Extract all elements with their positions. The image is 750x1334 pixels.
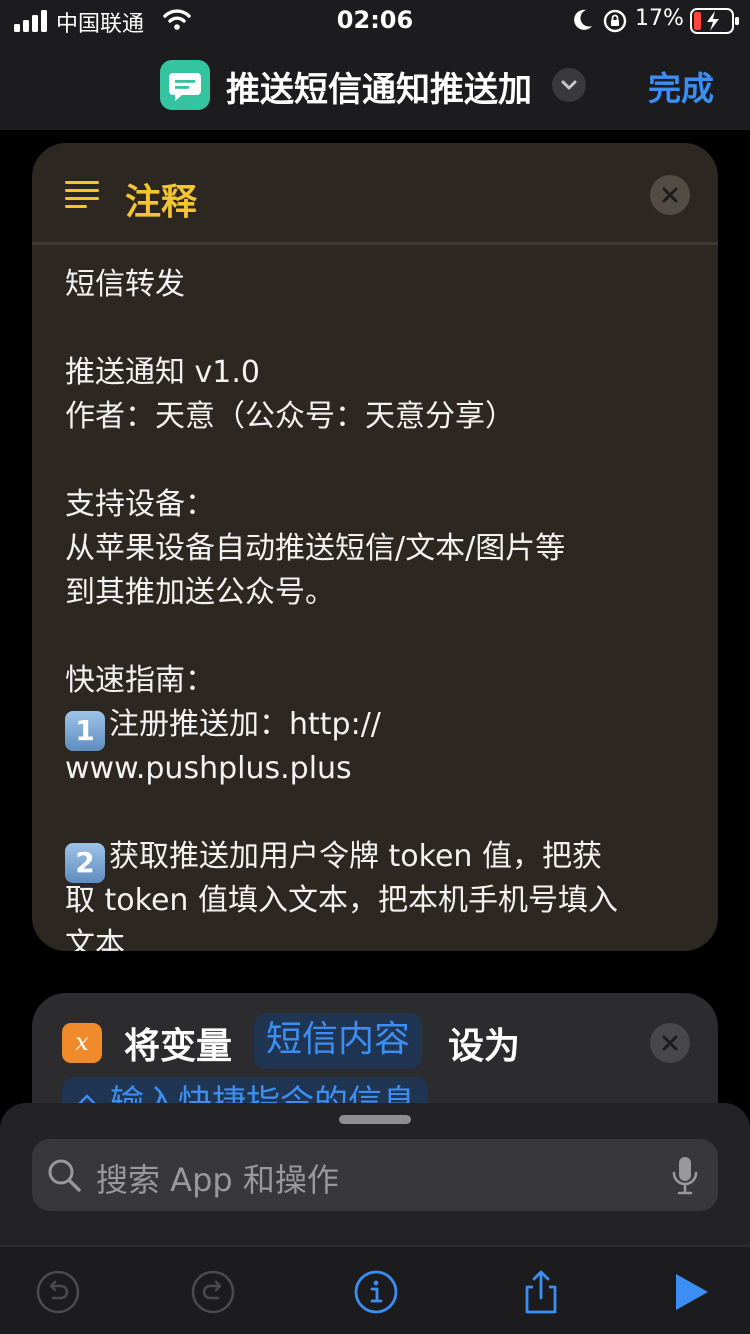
redo-icon[interactable] (190, 1269, 236, 1315)
guide-step-1: 1 注册推送加：http:// (65, 703, 695, 751)
set-variable-label: 将变量 (124, 1026, 233, 1067)
play-icon[interactable] (668, 1269, 714, 1315)
comment-text[interactable]: 短信转发 推送通知 v1.0 作者：天意（公众号：天意分享） 支持设备： 从苹果… (65, 263, 695, 951)
shortcut-title[interactable]: 推送短信通知推送加 (226, 62, 532, 111)
undo-icon[interactable] (35, 1269, 81, 1315)
remove-action-button[interactable] (650, 1023, 690, 1063)
microphone-icon[interactable] (670, 1155, 700, 1197)
close-icon (662, 187, 678, 203)
shortcut-app-icon[interactable] (160, 60, 210, 110)
battery-charging-icon (690, 8, 739, 34)
search-input[interactable]: 搜索 App 和操作 (32, 1139, 718, 1211)
comment-line: www.pushplus.plus (65, 751, 352, 786)
nav-bar: 推送短信通知推送加 完成 (0, 44, 750, 130)
comment-line: 文本 (65, 927, 125, 951)
battery-percent: 17% (635, 6, 684, 31)
comment-action-card[interactable]: 注释 短信转发 推送通知 v1.0 作者：天意（公众号：天意分享） 支持设备： … (32, 143, 718, 951)
done-button[interactable]: 完成 (648, 62, 714, 110)
action-search-sheet[interactable]: 搜索 App 和操作 (0, 1103, 750, 1334)
info-icon[interactable] (353, 1269, 399, 1315)
comment-line: 作者：天意（公众号：天意分享） (65, 399, 515, 434)
remove-comment-button[interactable] (650, 175, 690, 215)
search-placeholder: 搜索 App 和操作 (96, 1161, 339, 1199)
comment-line: 取 token 值填入文本，把本机手机号填入 (65, 883, 618, 918)
guide-step-2: 2 获取推送加用户令牌 token 值，把获 (65, 835, 695, 883)
comment-line: 从苹果设备自动推送短信/文本/图片等 (65, 531, 566, 566)
variable-name-token[interactable]: 短信内容 (254, 1013, 423, 1069)
comment-line: 推送通知 v1.0 (65, 355, 260, 390)
chevron-down-icon (561, 80, 577, 90)
comment-line: 短信转发 (65, 267, 185, 302)
bottom-toolbar (0, 1245, 750, 1334)
do-not-disturb-moon-icon (574, 9, 592, 30)
keycap-1-icon: 1 (65, 711, 105, 751)
search-icon (48, 1159, 81, 1192)
sheet-grabber-handle[interactable] (339, 1115, 411, 1124)
comment-line: 快速指南： (65, 663, 215, 698)
comment-line: 支持设备： (65, 487, 215, 522)
title-menu-button[interactable] (552, 68, 586, 102)
guide-step-2-text: 获取推送加用户令牌 token 值，把获 (109, 839, 602, 874)
share-icon[interactable] (518, 1269, 564, 1315)
message-bubble-icon (169, 73, 201, 101)
rotation-lock-icon (603, 9, 627, 33)
keycap-2-icon: 2 (65, 843, 105, 883)
comment-title: 注释 (125, 182, 198, 223)
close-icon (662, 1035, 678, 1051)
set-to-label: 设为 (448, 1026, 521, 1067)
guide-step-1-text: 注册推送加：http:// (109, 707, 381, 742)
comment-card-header: 注释 (32, 143, 718, 245)
variable-x-icon: x (62, 1023, 102, 1063)
text-lines-icon (65, 181, 99, 208)
status-bar: 中国联通 02:06 17% (0, 0, 750, 44)
comment-line: 到其推加送公众号。 (65, 575, 335, 610)
